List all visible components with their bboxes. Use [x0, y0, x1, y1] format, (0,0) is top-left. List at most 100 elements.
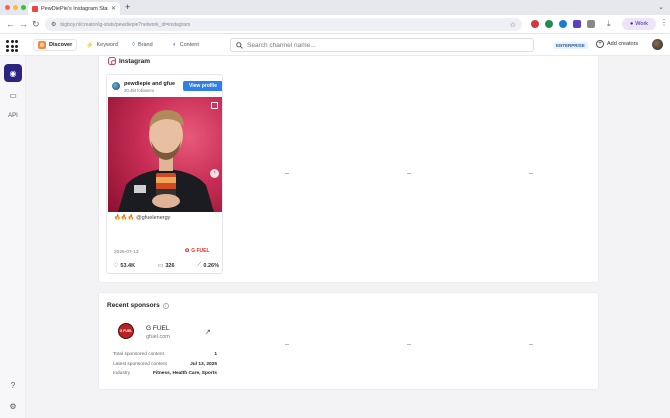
browser-tab-bar: PewDiePie's Instagram Stats ✕ + ⌄: [0, 0, 670, 15]
forward-arrow-icon[interactable]: →: [19, 18, 28, 30]
info-icon[interactable]: i: [162, 302, 169, 309]
post-likes-value: 53.4K: [120, 262, 136, 269]
sidebar-item-folders[interactable]: ▭: [4, 86, 22, 104]
post-date: 2025-07-13: [114, 250, 139, 255]
sidebar-item-api[interactable]: API: [0, 113, 26, 119]
enterprise-badge: ENTERPRISE: [553, 42, 588, 49]
sponsor-detail-key: Total sponsored content: [113, 352, 164, 357]
new-tab-button[interactable]: +: [125, 2, 130, 13]
app-sidebar: ◉ ▭ API ? ⚙: [0, 56, 26, 418]
post-sponsor-name: G FUEL: [191, 248, 210, 254]
trend-chart-icon: ⟋: [197, 262, 202, 268]
post-engagement-value: 0.26%: [203, 262, 219, 269]
address-url[interactable]: bigboy.nl/creator/ig-stats/pewdiepie?net…: [60, 22, 505, 28]
gfuel-logo-icon: ✪: [185, 248, 190, 254]
brand-icon: ◊: [132, 42, 135, 48]
post-stats: ♡ 53.4K ▭ 326 ⟋ 0.26%: [113, 262, 219, 269]
plus-icon: +: [596, 40, 604, 48]
folder-icon: ▭: [9, 90, 17, 100]
nav-tab-label: Discover: [49, 42, 73, 48]
comment-icon: ▭: [157, 263, 164, 269]
tab-list-chevron-icon[interactable]: ⌄: [658, 3, 664, 11]
extension-icon[interactable]: [573, 20, 581, 28]
sidebar-item-discover[interactable]: ◉: [4, 64, 22, 82]
empty-post-slot: --: [285, 171, 289, 177]
extension-icon[interactable]: [559, 20, 567, 28]
app-logo-icon[interactable]: [6, 40, 18, 52]
recent-sponsors-header: Recent sponsors i: [107, 302, 169, 309]
extensions-puzzle-icon[interactable]: [587, 20, 595, 28]
post-caption: 🔥🔥🔥 @gfuelenergy: [114, 215, 171, 221]
nav-tab-keyword[interactable]: ⚡ Keyword: [82, 39, 122, 51]
carousel-icon: [211, 102, 218, 109]
sponsor-detail-key: Latest sponsored content: [113, 362, 167, 367]
sponsor-logo: G FUEL: [118, 323, 134, 339]
search-icon: [236, 41, 243, 49]
empty-sponsor-slot: --: [285, 342, 289, 348]
tab-title: PewDiePie's Instagram Stats: [41, 5, 108, 12]
tab-close-icon[interactable]: ✕: [111, 5, 116, 12]
globe-icon: ◉: [9, 68, 17, 78]
sponsor-detail-row: Latest sponsored content Jul 13, 2025: [113, 362, 217, 367]
sponsor-detail-row: Total sponsored content 1: [113, 352, 217, 357]
profile-work-button[interactable]: ● Work: [622, 18, 656, 30]
browser-tab-active[interactable]: PewDiePie's Instagram Stats ✕: [28, 2, 120, 15]
nav-tab-label: Brand: [137, 42, 153, 48]
help-icon: ?: [10, 380, 16, 390]
sidebar-item-settings[interactable]: ⚙: [4, 397, 22, 415]
minimize-window-button[interactable]: [13, 5, 18, 10]
view-profile-button[interactable]: View profile: [183, 81, 222, 91]
channel-search-input[interactable]: [247, 41, 528, 49]
nav-tab-brand[interactable]: ◊ Brand: [128, 39, 157, 51]
extension-icon[interactable]: [531, 20, 539, 28]
post-comments-value: 326: [165, 262, 175, 269]
bookmark-star-icon[interactable]: ☆: [510, 21, 516, 29]
external-link-icon[interactable]: ↗: [205, 328, 211, 336]
nav-tab-discover[interactable]: ◎ Discover: [33, 39, 78, 51]
sponsor-detail-row: Industry Fitness, Health Care, Sports: [113, 371, 217, 376]
user-avatar[interactable]: [652, 39, 663, 50]
sidebar-item-help[interactable]: ?: [4, 376, 22, 394]
channel-search-box[interactable]: [230, 38, 534, 52]
extension-icon[interactable]: [545, 20, 553, 28]
download-icon[interactable]: ⤓: [607, 18, 611, 30]
sponsor-detail-value: 1: [214, 352, 217, 357]
browser-menu-icon[interactable]: ⋮: [660, 18, 668, 27]
sponsor-detail-value: Fitness, Health Care, Sports: [153, 371, 217, 376]
sponsor-detail-value: Jul 13, 2025: [190, 362, 217, 367]
browser-toolbar: ← → ↻ ⚙ bigboy.nl/creator/ig-stats/pewdi…: [0, 15, 670, 34]
sponsor-logo-text: G FUEL: [119, 329, 133, 333]
empty-post-slot: --: [407, 171, 411, 177]
reload-icon[interactable]: ↻: [32, 18, 40, 30]
empty-sponsor-slot: --: [529, 342, 533, 348]
instagram-post-card[interactable]: pewdiepie and gfue 20.4M followers View …: [106, 74, 223, 274]
instagram-section-header: Instagram: [108, 57, 150, 65]
post-author-name: pewdiepie and gfue: [124, 81, 176, 87]
back-arrow-icon[interactable]: ←: [6, 18, 15, 30]
profile-icon: ●: [629, 21, 634, 27]
site-settings-icon[interactable]: ⚙: [51, 21, 56, 28]
sponsor-detail-key: Industry: [113, 371, 131, 376]
post-comments: ▭ 326: [157, 262, 175, 270]
post-sponsor-tag[interactable]: ✪ G FUEL: [185, 248, 210, 254]
content-icon: ◐: [173, 42, 177, 48]
close-window-button[interactable]: [5, 5, 10, 10]
post-engagement: ⟋ 0.26%: [197, 262, 219, 269]
post-image[interactable]: ›: [108, 97, 222, 212]
address-bar[interactable]: ⚙ bigboy.nl/creator/ig-stats/pewdiepie?n…: [45, 18, 522, 31]
next-image-arrow-icon[interactable]: ›: [210, 169, 219, 178]
add-creators-button[interactable]: + Add creators: [596, 40, 638, 48]
post-card-header: pewdiepie and gfue 20.4M followers View …: [111, 79, 222, 95]
sponsor-domain: gfuel.com: [146, 334, 170, 340]
heart-icon: ♡: [113, 263, 119, 269]
sponsor-name[interactable]: G FUEL: [146, 325, 169, 332]
recent-sponsors-title: Recent sponsors: [107, 302, 160, 309]
post-photo-illustration: [118, 110, 214, 212]
empty-sponsor-slot: --: [407, 342, 411, 348]
add-creators-label: Add creators: [607, 41, 639, 47]
profile-work-label: Work: [635, 21, 649, 27]
post-follower-count: 20.4M followers: [124, 88, 155, 93]
app-header: ◎ Discover ⚡ Keyword ◊ Brand ◐ Content E…: [0, 34, 670, 56]
nav-tab-content[interactable]: ◐ Content: [169, 39, 203, 51]
maximize-window-button[interactable]: [21, 5, 26, 10]
